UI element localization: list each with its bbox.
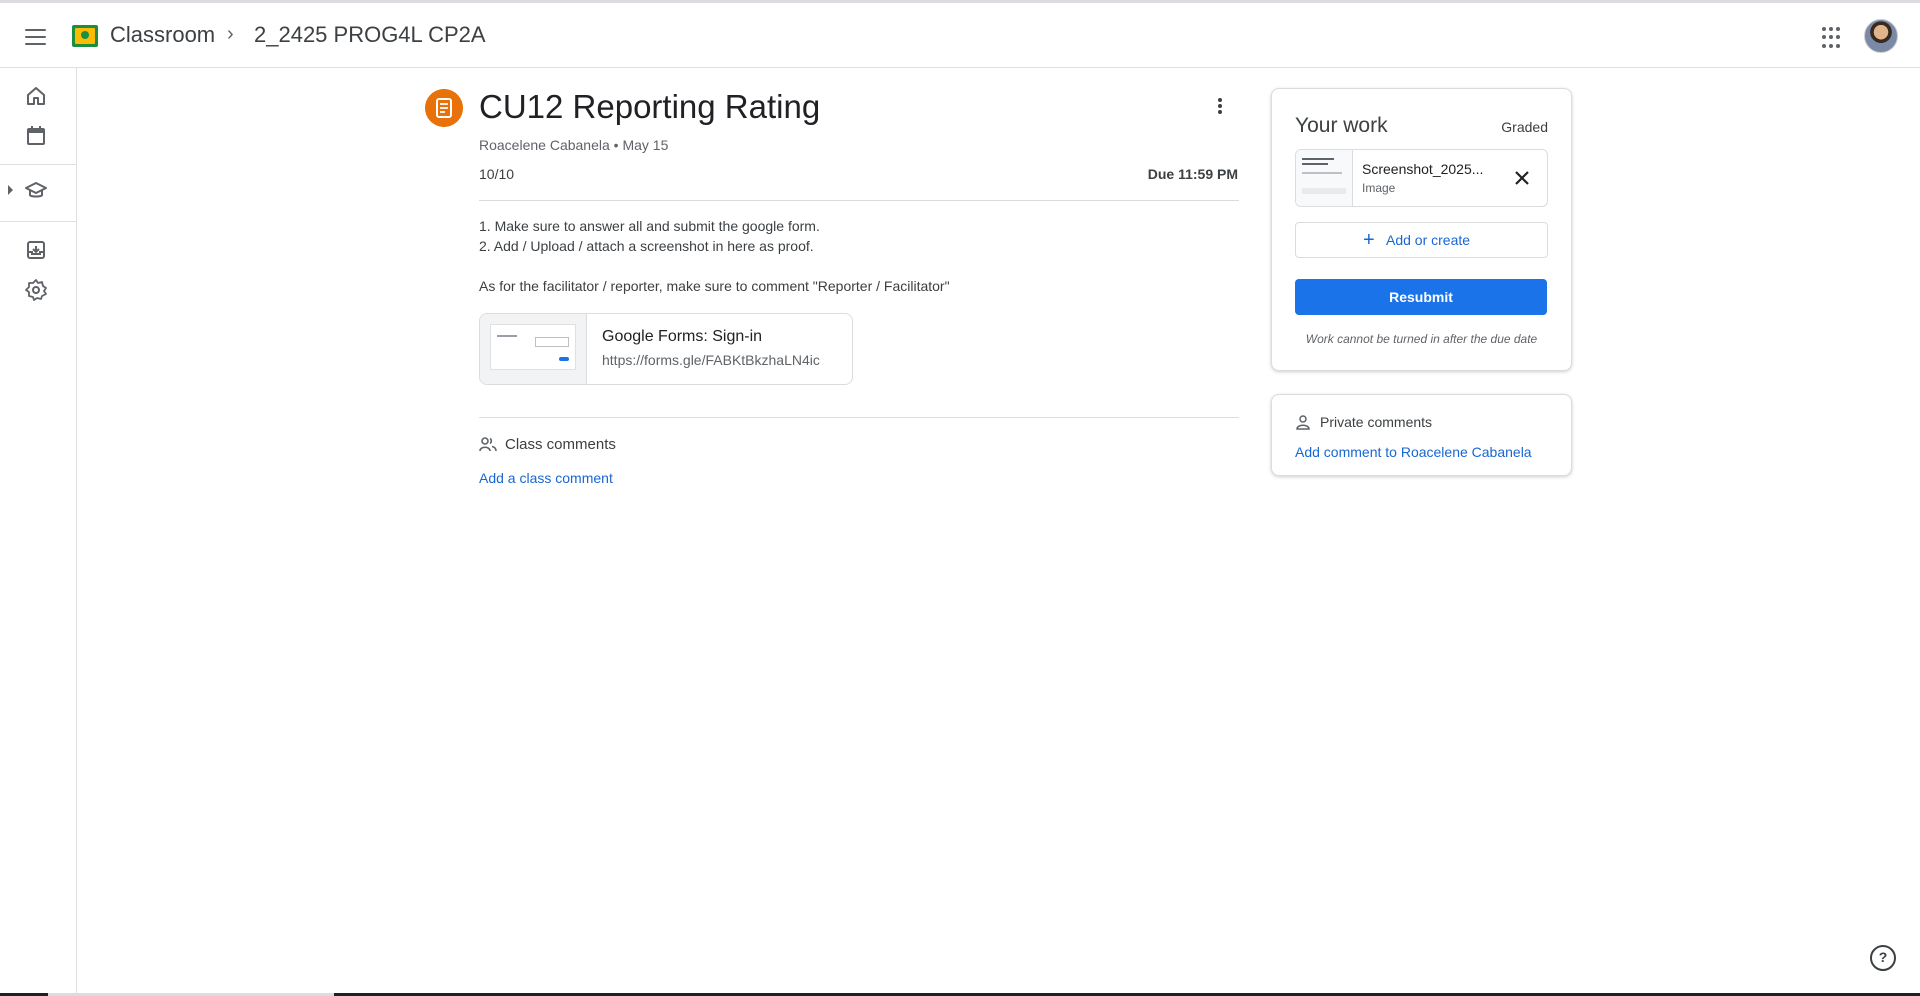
instruction-line: 1. Make sure to answer all and submit th… bbox=[479, 218, 820, 234]
add-private-comment-link[interactable]: Add comment to Roacelene Cabanela bbox=[1295, 444, 1532, 460]
google-apps-icon[interactable] bbox=[1820, 25, 1846, 51]
points: 10/10 bbox=[479, 166, 515, 182]
app-name[interactable]: Classroom bbox=[110, 22, 215, 48]
add-or-create-button[interactable]: + Add or create bbox=[1295, 222, 1548, 258]
add-or-create-label: Add or create bbox=[1386, 232, 1471, 248]
file-name: Screenshot_2025... bbox=[1362, 161, 1484, 177]
chevron-right-icon: › bbox=[227, 23, 234, 45]
assignment-meta: Roacelene Cabanela • May 15 bbox=[479, 137, 669, 153]
rail-divider bbox=[0, 164, 76, 165]
calendar-icon[interactable] bbox=[24, 124, 48, 148]
expand-caret-icon[interactable] bbox=[8, 185, 13, 195]
close-icon[interactable] bbox=[1510, 166, 1534, 190]
breadcrumb-class-name[interactable]: 2_2425 PROG4L CP2A bbox=[254, 22, 486, 48]
more-options-icon[interactable] bbox=[1208, 96, 1232, 120]
avatar[interactable] bbox=[1864, 19, 1898, 53]
due-date: Due 11:59 PM bbox=[1147, 166, 1238, 182]
instruction-line: As for the facilitator / reporter, make … bbox=[479, 278, 950, 294]
home-icon[interactable] bbox=[24, 84, 48, 108]
attachment-title: Google Forms: Sign-in bbox=[602, 328, 763, 345]
people-icon bbox=[479, 437, 497, 452]
assignment-icon bbox=[425, 89, 463, 127]
enrolled-classes-icon[interactable] bbox=[24, 179, 48, 203]
classroom-logo-icon[interactable] bbox=[72, 25, 98, 47]
rail-divider bbox=[0, 221, 76, 222]
private-comments-label: Private comments bbox=[1320, 414, 1433, 430]
file-thumbnail bbox=[1296, 150, 1353, 206]
assignment-title: CU12 Reporting Rating bbox=[479, 88, 821, 125]
archived-classes-icon[interactable] bbox=[24, 238, 48, 262]
instruction-line: 2. Add / Upload / attach a screenshot in… bbox=[479, 238, 814, 254]
left-rail bbox=[0, 68, 77, 996]
help-icon[interactable]: ? bbox=[1870, 945, 1896, 971]
main-menu-icon[interactable] bbox=[20, 21, 52, 53]
plus-icon: + bbox=[1363, 229, 1375, 251]
due-date-note: Work cannot be turned in after the due d… bbox=[1305, 332, 1538, 346]
person-icon bbox=[1296, 415, 1310, 430]
attachment-url: https://forms.gle/FABKtBkzhaLN4ic bbox=[602, 352, 820, 368]
your-work-title: Your work bbox=[1295, 114, 1388, 137]
divider bbox=[479, 417, 1239, 418]
add-class-comment-link[interactable]: Add a class comment bbox=[479, 470, 613, 486]
your-work-card: Your work Graded Screenshot_2025... Imag… bbox=[1271, 88, 1572, 371]
status-badge: Graded bbox=[1501, 119, 1548, 135]
file-type: Image bbox=[1362, 181, 1396, 195]
class-comments-label: Class comments bbox=[505, 436, 616, 453]
divider bbox=[479, 200, 1239, 201]
settings-gear-icon[interactable] bbox=[24, 278, 48, 302]
submitted-file[interactable]: Screenshot_2025... Image bbox=[1295, 149, 1548, 207]
private-comments-card: Private comments Add comment to Roacelen… bbox=[1271, 394, 1572, 476]
resubmit-button[interactable]: Resubmit bbox=[1295, 279, 1547, 315]
attachment-thumbnail bbox=[480, 314, 587, 384]
app-header: Classroom › 2_2425 PROG4L CP2A bbox=[0, 3, 1920, 68]
attachment-card[interactable]: Google Forms: Sign-in https://forms.gle/… bbox=[479, 313, 853, 385]
